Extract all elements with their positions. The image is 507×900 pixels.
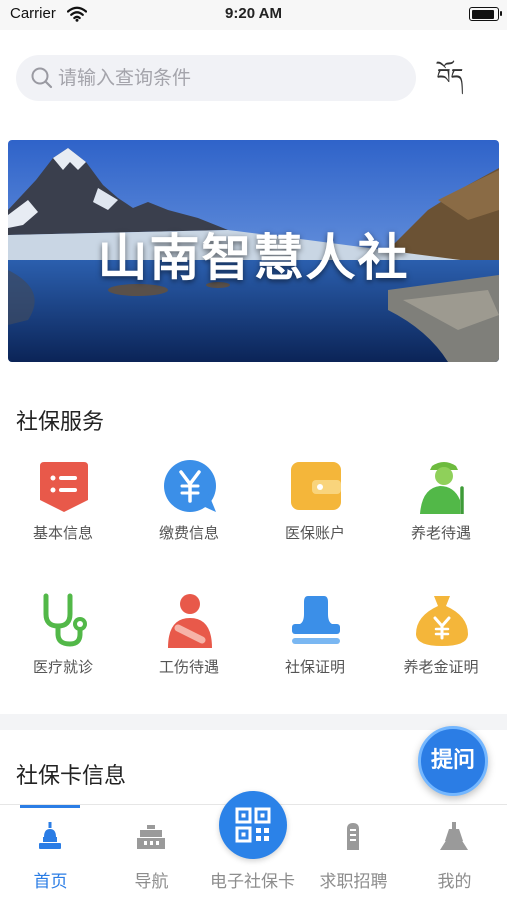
banner[interactable]: 山南智慧人社	[8, 140, 499, 362]
tab-label: 求职招聘	[319, 872, 388, 892]
service-injury-benefits[interactable]: 工伤待遇	[126, 592, 252, 702]
tab-label: 电子社保卡	[210, 872, 295, 892]
service-basic-info[interactable]: 基本信息	[0, 458, 126, 568]
service-label: 基本信息	[32, 524, 93, 542]
service-label: 医保账户	[284, 524, 345, 542]
tab-label: 首页	[33, 872, 68, 892]
service-label: 医疗就诊	[32, 658, 93, 676]
section-title-card-info: 社保卡信息	[16, 764, 127, 789]
palace-icon	[136, 821, 166, 851]
service-medical-account[interactable]: 医保账户	[252, 458, 378, 568]
tab-label: 我的	[437, 872, 472, 892]
clock: 9:20 AM	[225, 5, 282, 22]
service-pension-benefits[interactable]: 养老待遇	[378, 458, 504, 568]
language-switch-button[interactable]: བོད	[432, 60, 468, 96]
service-pension-certificate[interactable]: 养老金证明	[378, 592, 504, 702]
service-label: 缴费信息	[158, 524, 219, 542]
stethoscope-icon	[36, 592, 92, 648]
service-payment-info[interactable]: 缴费信息	[126, 458, 252, 568]
service-label: 工伤待遇	[158, 658, 219, 676]
stone-tablet-icon	[338, 821, 368, 851]
banner-title: 山南智慧人社	[97, 229, 410, 287]
tab-mine[interactable]: 我的	[404, 815, 505, 895]
active-tab-indicator	[20, 805, 80, 808]
search-input[interactable]	[58, 55, 398, 101]
tab-label: 导航	[134, 872, 169, 892]
tab-job-recruitment[interactable]: 求职招聘	[303, 815, 404, 895]
service-label: 养老待遇	[410, 524, 471, 542]
money-bag-icon	[414, 592, 470, 648]
tab-home[interactable]: 首页	[0, 815, 101, 895]
elderly-person-icon	[414, 458, 470, 516]
section-divider	[0, 714, 507, 730]
service-label: 社保证明	[284, 658, 345, 676]
status-bar: Carrier 9:20 AM	[0, 0, 507, 30]
service-social-security-certificate[interactable]: 社保证明	[252, 592, 378, 702]
info-list-icon	[36, 458, 92, 514]
mountain-temple-icon	[439, 821, 469, 851]
ask-question-button[interactable]: 提问	[418, 726, 488, 796]
section-title-social-services: 社保服务	[16, 410, 105, 435]
search-bar[interactable]	[16, 55, 416, 101]
home-stupa-icon	[35, 821, 65, 851]
yuan-payment-icon	[162, 458, 218, 514]
battery-icon	[469, 7, 502, 21]
injured-person-icon	[162, 592, 218, 648]
qr-code-button[interactable]	[219, 791, 287, 859]
qr-code-icon	[235, 807, 271, 843]
tab-navigation[interactable]: 导航	[101, 815, 202, 895]
wallet-icon	[288, 458, 344, 514]
search-icon	[30, 66, 54, 94]
service-label: 养老金证明	[403, 658, 479, 676]
service-medical-visits[interactable]: 医疗就诊	[0, 592, 126, 702]
battery-level	[471, 9, 495, 19]
stamp-icon	[288, 592, 344, 648]
